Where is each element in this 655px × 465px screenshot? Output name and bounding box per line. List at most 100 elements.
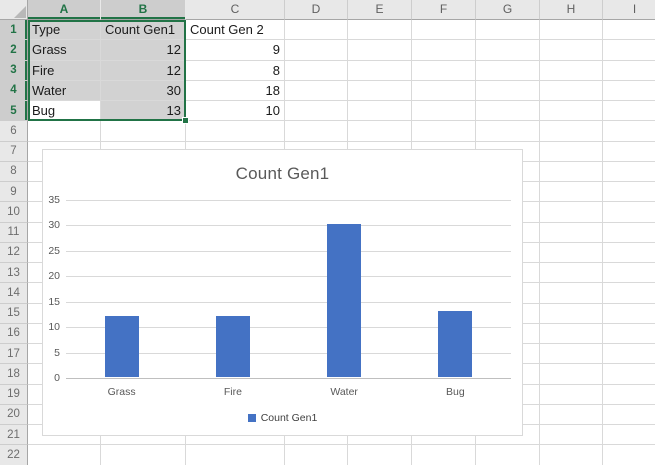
cell-I9[interactable]: [603, 182, 655, 202]
row-header-18[interactable]: 18: [0, 364, 28, 384]
cell-I19[interactable]: [603, 385, 655, 405]
row-header-21[interactable]: 21: [0, 425, 28, 445]
row-header-6[interactable]: 6: [0, 121, 28, 141]
row-header-8[interactable]: 8: [0, 162, 28, 182]
cell-E4[interactable]: [348, 81, 412, 101]
cell-A2[interactable]: Grass: [28, 40, 101, 60]
cell-E6[interactable]: [348, 121, 412, 141]
cell-I4[interactable]: [603, 81, 655, 101]
column-header-G[interactable]: G: [476, 0, 540, 20]
cell-F22[interactable]: [412, 445, 476, 465]
cell-H9[interactable]: [540, 182, 603, 202]
cell-B3[interactable]: 12: [101, 61, 186, 81]
cell-E3[interactable]: [348, 61, 412, 81]
row-header-22[interactable]: 22: [0, 445, 28, 465]
cell-F5[interactable]: [412, 101, 476, 121]
select-all-button[interactable]: [0, 0, 28, 20]
cell-I18[interactable]: [603, 364, 655, 384]
cell-H12[interactable]: [540, 243, 603, 263]
cell-B22[interactable]: [101, 445, 186, 465]
row-header-3[interactable]: 3: [0, 61, 28, 81]
row-header-16[interactable]: 16: [0, 324, 28, 344]
cell-G2[interactable]: [476, 40, 540, 60]
cell-C3[interactable]: 8: [186, 61, 285, 81]
cell-G5[interactable]: [476, 101, 540, 121]
cell-H11[interactable]: [540, 223, 603, 243]
cell-H7[interactable]: [540, 142, 603, 162]
cell-I2[interactable]: [603, 40, 655, 60]
row-header-5[interactable]: 5: [0, 101, 28, 121]
cell-C22[interactable]: [186, 445, 285, 465]
cell-H13[interactable]: [540, 263, 603, 283]
cell-I11[interactable]: [603, 223, 655, 243]
cell-B2[interactable]: 12: [101, 40, 186, 60]
row-header-14[interactable]: 14: [0, 283, 28, 303]
column-header-E[interactable]: E: [348, 0, 412, 20]
row-header-12[interactable]: 12: [0, 243, 28, 263]
cell-H10[interactable]: [540, 202, 603, 222]
cell-F2[interactable]: [412, 40, 476, 60]
cell-D3[interactable]: [285, 61, 348, 81]
cell-A6[interactable]: [28, 121, 101, 141]
cell-A3[interactable]: Fire: [28, 61, 101, 81]
cell-I12[interactable]: [603, 243, 655, 263]
cell-H16[interactable]: [540, 324, 603, 344]
cell-E1[interactable]: [348, 20, 412, 40]
column-header-B[interactable]: B: [101, 0, 186, 20]
bar-water[interactable]: [327, 224, 361, 377]
cell-G4[interactable]: [476, 81, 540, 101]
chart-title[interactable]: Count Gen1: [43, 164, 522, 184]
row-header-13[interactable]: 13: [0, 263, 28, 283]
column-header-I[interactable]: I: [603, 0, 655, 20]
bar-bug[interactable]: [438, 311, 472, 377]
cell-E22[interactable]: [348, 445, 412, 465]
cell-C1[interactable]: Count Gen 2: [186, 20, 285, 40]
row-header-17[interactable]: 17: [0, 344, 28, 364]
row-header-1[interactable]: 1: [0, 20, 28, 40]
cell-I15[interactable]: [603, 304, 655, 324]
cell-I16[interactable]: [603, 324, 655, 344]
fill-handle[interactable]: [182, 117, 189, 124]
cell-H17[interactable]: [540, 344, 603, 364]
column-header-C[interactable]: C: [186, 0, 285, 20]
cell-H21[interactable]: [540, 425, 603, 445]
column-header-F[interactable]: F: [412, 0, 476, 20]
chart[interactable]: Count Gen1 05101520253035 GrassFireWater…: [42, 149, 523, 436]
cell-H19[interactable]: [540, 385, 603, 405]
row-header-9[interactable]: 9: [0, 182, 28, 202]
cell-H6[interactable]: [540, 121, 603, 141]
cell-G3[interactable]: [476, 61, 540, 81]
row-header-15[interactable]: 15: [0, 304, 28, 324]
cell-I20[interactable]: [603, 405, 655, 425]
cell-A4[interactable]: Water: [28, 81, 101, 101]
cell-H5[interactable]: [540, 101, 603, 121]
row-header-10[interactable]: 10: [0, 202, 28, 222]
cell-D2[interactable]: [285, 40, 348, 60]
cell-H18[interactable]: [540, 364, 603, 384]
row-header-20[interactable]: 20: [0, 405, 28, 425]
cell-I6[interactable]: [603, 121, 655, 141]
column-header-H[interactable]: H: [540, 0, 603, 20]
cell-G6[interactable]: [476, 121, 540, 141]
cell-B5[interactable]: 13: [101, 101, 186, 121]
cell-E2[interactable]: [348, 40, 412, 60]
cell-H14[interactable]: [540, 283, 603, 303]
chart-legend[interactable]: Count Gen1: [43, 412, 522, 424]
cell-A5[interactable]: Bug: [28, 101, 101, 121]
cell-D6[interactable]: [285, 121, 348, 141]
cell-D22[interactable]: [285, 445, 348, 465]
cell-H4[interactable]: [540, 81, 603, 101]
column-header-A[interactable]: A: [28, 0, 101, 20]
cell-H15[interactable]: [540, 304, 603, 324]
cell-I10[interactable]: [603, 202, 655, 222]
row-header-2[interactable]: 2: [0, 40, 28, 60]
cell-I1[interactable]: [603, 20, 655, 40]
cell-E5[interactable]: [348, 101, 412, 121]
cell-I21[interactable]: [603, 425, 655, 445]
column-header-D[interactable]: D: [285, 0, 348, 20]
bar-grass[interactable]: [105, 316, 139, 377]
cell-H1[interactable]: [540, 20, 603, 40]
cell-I14[interactable]: [603, 283, 655, 303]
cell-D5[interactable]: [285, 101, 348, 121]
cell-G1[interactable]: [476, 20, 540, 40]
